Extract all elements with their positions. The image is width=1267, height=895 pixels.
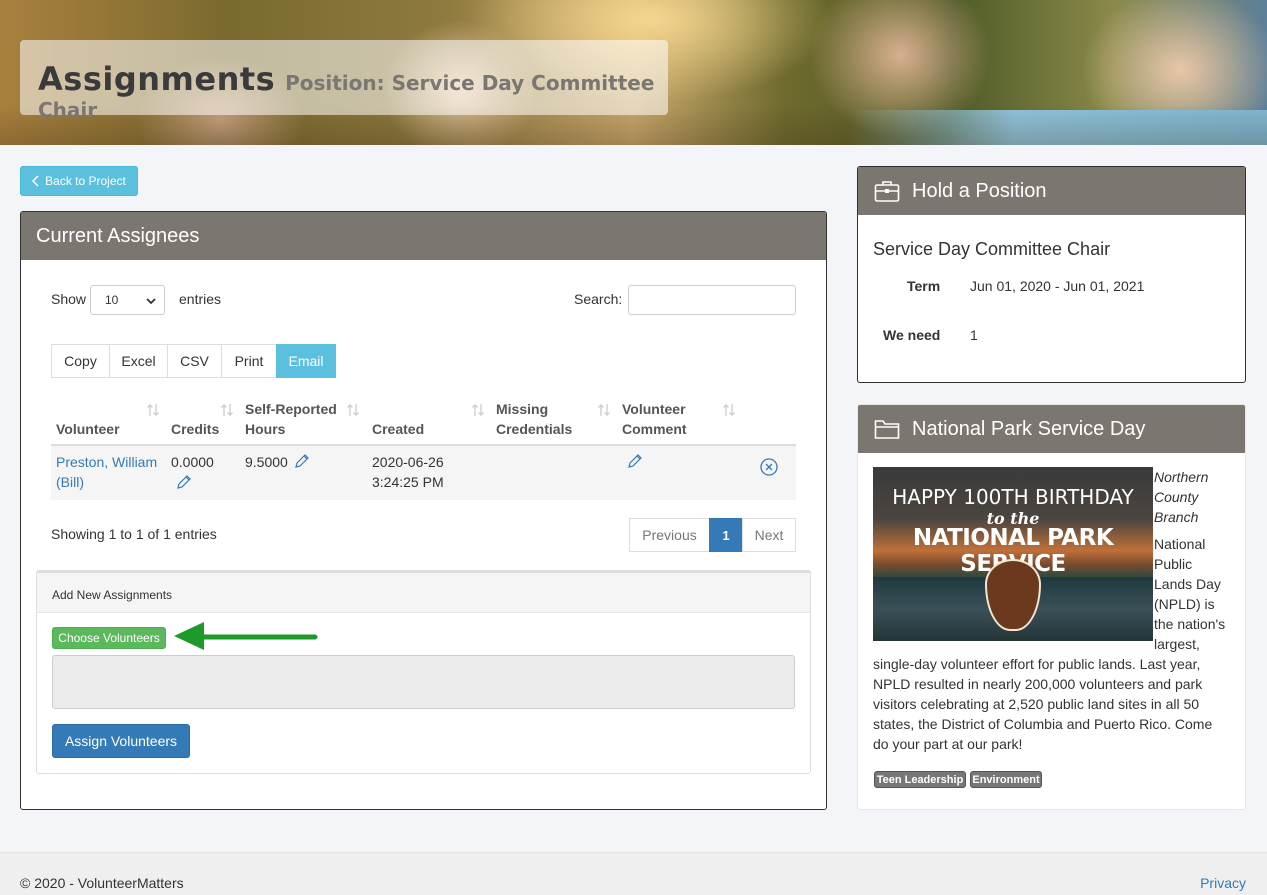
sort-icon[interactable] [220,403,234,417]
print-button[interactable]: Print [221,344,277,378]
edit-credits-pencil-icon[interactable] [176,474,192,490]
column-missing-line2[interactable]: Credentials [496,419,572,439]
description-line-5: do your part at our park! [873,736,1023,752]
credits-value: 0.0000 [171,454,214,470]
position-name: Service Day Committee Chair [873,239,1111,259]
chevron-left-icon [32,175,39,187]
description-side-1: National [1154,536,1206,552]
column-hours-line1[interactable]: Self-Reported [245,399,337,419]
branch-line-3: Branch [1154,509,1199,525]
description-side-4: (NPLD) is [1154,596,1215,612]
hours-value: 9.5000 [245,454,288,470]
arrow-left-icon [174,622,318,650]
sort-icon[interactable] [146,403,160,417]
column-hours-line2[interactable]: Hours [245,419,285,439]
term-label: Term [907,278,941,294]
excel-button[interactable]: Excel [109,344,168,378]
tag-teen-leadership[interactable]: Teen Leadership [874,771,966,788]
image-line-1: HAPPY 100TH BIRTHDAY [892,485,1134,509]
copyright-text: © 2020 - VolunteerMatters [20,875,184,891]
description-side-3: Lands Day [1154,576,1221,592]
created-time: 3:24:25 PM [372,474,444,490]
description-line-4: states, the District of Columbia and Pue… [873,716,1213,732]
description-line-1: single-day volunteer effort for public l… [873,656,1201,672]
show-label: Show [51,291,87,307]
branch-line-2: County [1154,489,1199,505]
privacy-link[interactable]: Privacy [1200,875,1246,891]
current-assignees-header: Current Assignees [21,212,826,260]
description-side-5: the nation's [1154,616,1226,632]
description-side-6: largest, [1154,636,1200,652]
chevron-down-icon [146,298,156,305]
project-title: National Park Service Day [912,417,1146,440]
folder-icon [874,420,900,439]
assign-volunteers-button[interactable]: Assign Volunteers [52,724,190,758]
footer: © 2020 - VolunteerMatters Privacy [0,852,1267,895]
volunteer-name-link[interactable]: Preston, William [56,452,157,472]
sort-icon[interactable] [346,403,360,417]
page-title-box: Assignments Position: Service Day Commit… [20,40,668,122]
export-button-group: Copy Excel CSV Print Email [51,344,336,378]
description-line-3: visitors celebrating at 2,520 public lan… [873,696,1200,712]
search-input[interactable] [628,285,796,315]
showing-entries-info: Showing 1 to 1 of 1 entries [51,526,217,542]
volunteers-textarea[interactable] [52,655,795,709]
project-header: National Park Service Day [858,405,1245,453]
sort-icon[interactable] [471,403,485,417]
need-value: 1 [970,327,978,343]
page-1-button[interactable]: 1 [709,518,743,552]
page-title: Assignments [38,60,276,98]
hold-position-header: Hold a Position [858,167,1245,215]
description-line-2: NPLD resulted in nearly 200,000 voluntee… [873,676,1203,692]
national-park-birthday-image: HAPPY 100TH BIRTHDAY to the NATIONAL PAR… [873,467,1153,641]
term-value: Jun 01, 2020 - Jun 01, 2021 [970,278,1145,294]
briefcase-icon [874,181,900,202]
branch-line-1: Northern [1154,469,1209,485]
edit-hours-pencil-icon[interactable] [294,453,310,469]
sort-icon[interactable] [597,403,611,417]
back-to-project-button[interactable]: Back to Project [20,166,138,196]
remove-circle-icon[interactable] [760,458,778,476]
copy-button[interactable]: Copy [51,344,110,378]
description-side-2: Public [1154,556,1193,572]
edit-comment-pencil-icon[interactable] [627,453,643,469]
search-label: Search: [574,291,623,307]
column-volunteer[interactable]: Volunteer [56,419,120,439]
column-created[interactable]: Created [372,419,424,439]
current-assignees-title: Current Assignees [36,224,200,247]
entries-select-value: 10 [105,293,119,307]
next-page-button[interactable]: Next [742,518,796,552]
email-button[interactable]: Email [276,344,336,378]
hold-position-title: Hold a Position [912,179,1047,202]
sort-icon[interactable] [722,403,736,417]
tag-environment[interactable]: Environment [970,771,1042,788]
choose-volunteers-button[interactable]: Choose Volunteers [52,627,166,649]
entries-label: entries [179,291,222,307]
column-credits[interactable]: Credits [171,419,219,439]
back-button-label: Back to Project [45,174,126,188]
column-comment-line2[interactable]: Comment [622,419,687,439]
hero-banner: Assignments Position: Service Day Commit… [0,0,1267,145]
need-label: We need [883,327,941,343]
created-date: 2020-06-26 [372,454,444,470]
csv-button[interactable]: CSV [167,344,222,378]
previous-page-button[interactable]: Previous [629,518,710,552]
volunteer-nickname-link[interactable]: (Bill) [56,472,84,492]
pagination: Previous 1 Next [629,518,796,552]
column-missing-line1[interactable]: Missing [496,399,548,419]
entries-select[interactable]: 10 [90,285,165,315]
column-comment-line1[interactable]: Volunteer [622,399,686,419]
add-new-assignments-title: Add New Assignments [37,571,810,613]
hold-position-panel: Hold a Position [857,166,1246,383]
